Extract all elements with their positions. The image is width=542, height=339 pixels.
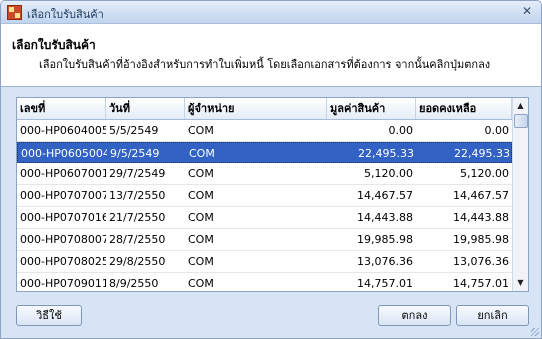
cell-no: 000-HP0707016 — [20, 211, 106, 224]
grid-rows: 000-HP0604005 5/5/2549 COM 0.00 0.00 000-HP06… — [17, 120, 512, 291]
cell-date: 5/5/2549 — [109, 124, 159, 137]
window-title: เลือกใบรับสินค้า — [27, 8, 104, 21]
cell-balance: 5,120.00 — [460, 167, 509, 180]
cell-vendor: COM — [188, 124, 214, 137]
cell-date: 13/7/2550 — [109, 189, 166, 202]
receipt-grid[interactable]: เลขที่ วันที่ ผู้จำหน่าย มูลค่าสินค้า ยอ… — [16, 97, 529, 292]
cell-no: 000-HP0605004 — [21, 147, 107, 160]
grid-header: เลขที่ วันที่ ผู้จำหน่าย มูลค่าสินค้า ยอ… — [17, 98, 512, 120]
cell-balance: 13,076.36 — [453, 255, 509, 268]
cell-value: 14,443.88 — [357, 211, 413, 224]
cell-date: 28/7/2550 — [109, 233, 166, 246]
column-header-value[interactable]: มูลค่าสินค้า — [327, 98, 416, 119]
title-bar[interactable]: เลือกใบรับสินค้า ✕ — [1, 1, 541, 24]
cell-date: 21/7/2550 — [109, 211, 166, 224]
cell-balance: 14,757.01 — [453, 277, 509, 290]
dialog-window: เลือกใบรับสินค้า ✕ เลือกใบรับสินค้า เลือ… — [0, 0, 542, 339]
table-row[interactable]: 000-HP0708007 28/7/2550 COM 19,985.98 19,985… — [17, 229, 512, 251]
cell-balance: 22,495.33 — [454, 147, 510, 160]
cell-value: 19,985.98 — [357, 233, 413, 246]
column-header-balance[interactable]: ยอดคงเหลือ — [416, 98, 512, 119]
cell-balance: 14,467.57 — [453, 189, 509, 202]
table-row[interactable]: 000-HP0604005 5/5/2549 COM 0.00 0.00 — [17, 120, 512, 142]
cell-no: 000-HP0708025 — [20, 255, 106, 268]
column-header-date[interactable]: วันที่ — [106, 98, 185, 119]
cell-date: 29/8/2550 — [109, 255, 166, 268]
cell-date: 29/7/2549 — [109, 167, 166, 180]
column-header-vendor[interactable]: ผู้จำหน่าย — [185, 98, 327, 119]
cell-balance: 14,443.88 — [453, 211, 509, 224]
cell-no: 000-HP0707007 — [20, 189, 106, 202]
cell-date: 9/5/2549 — [110, 147, 160, 160]
cell-vendor: COM — [188, 255, 214, 268]
cell-value: 22,495.33 — [358, 147, 414, 160]
close-icon[interactable]: ✕ — [520, 4, 534, 18]
table-row[interactable]: 000-HP0707016 21/7/2550 COM 14,443.88 14,443… — [17, 207, 512, 229]
cell-value: 13,076.36 — [357, 255, 413, 268]
cancel-button[interactable]: ยกเลิก — [456, 305, 529, 326]
header-description: เลือกใบรับสินค้าที่อ้างอิงสำหรับการทำใบเ… — [39, 58, 491, 71]
cell-no: 000-HP0604005 — [20, 124, 106, 137]
cell-vendor: COM — [188, 167, 214, 180]
cell-no: 000-HP0709011 — [20, 277, 106, 290]
table-row[interactable]: 000-HP0709011 8/9/2550 COM 14,757.01 14,757.… — [17, 273, 512, 291]
arrow-down-icon[interactable]: ▼ — [514, 276, 527, 290]
table-row[interactable]: 000-HP0607001 29/7/2549 COM 5,120.00 5,120.0… — [17, 163, 512, 185]
table-row[interactable]: 000-HP0707007 13/7/2550 COM 14,467.57 14,467… — [17, 185, 512, 207]
cell-vendor: COM — [188, 189, 214, 202]
cell-balance: 19,985.98 — [453, 233, 509, 246]
cell-no: 000-HP0708007 — [20, 233, 106, 246]
cell-value: 0.00 — [388, 124, 414, 137]
cell-balance: 0.00 — [484, 124, 510, 137]
cell-value: 14,757.01 — [357, 277, 413, 290]
cell-vendor: COM — [188, 211, 214, 224]
help-button[interactable]: วิธีใช้ — [16, 305, 82, 326]
scroll-thumb[interactable] — [514, 114, 528, 128]
cell-vendor: COM — [188, 233, 214, 246]
cell-value: 14,467.57 — [357, 189, 413, 202]
cell-vendor: COM — [189, 147, 215, 160]
cell-value: 5,120.00 — [364, 167, 413, 180]
vertical-scrollbar[interactable]: ▲ ▼ — [512, 98, 528, 291]
column-header-no[interactable]: เลขที่ — [17, 98, 106, 119]
resize-grip[interactable] — [531, 328, 539, 336]
cell-vendor: COM — [188, 277, 214, 290]
header-panel: เลือกใบรับสินค้า เลือกใบรับสินค้าที่อ้าง… — [1, 24, 541, 87]
ok-button[interactable]: ตกลง — [378, 305, 451, 326]
app-icon — [7, 5, 22, 20]
cell-no: 000-HP0607001 — [20, 167, 106, 180]
table-row[interactable]: 000-HP0605004 9/5/2549 COM 22,495.33 22,495.… — [17, 142, 512, 163]
cell-date: 8/9/2550 — [109, 277, 159, 290]
arrow-up-icon[interactable]: ▲ — [514, 99, 527, 113]
table-row[interactable]: 000-HP0708025 29/8/2550 COM 13,076.36 13,076… — [17, 251, 512, 273]
header-title: เลือกใบรับสินค้า — [12, 38, 96, 52]
